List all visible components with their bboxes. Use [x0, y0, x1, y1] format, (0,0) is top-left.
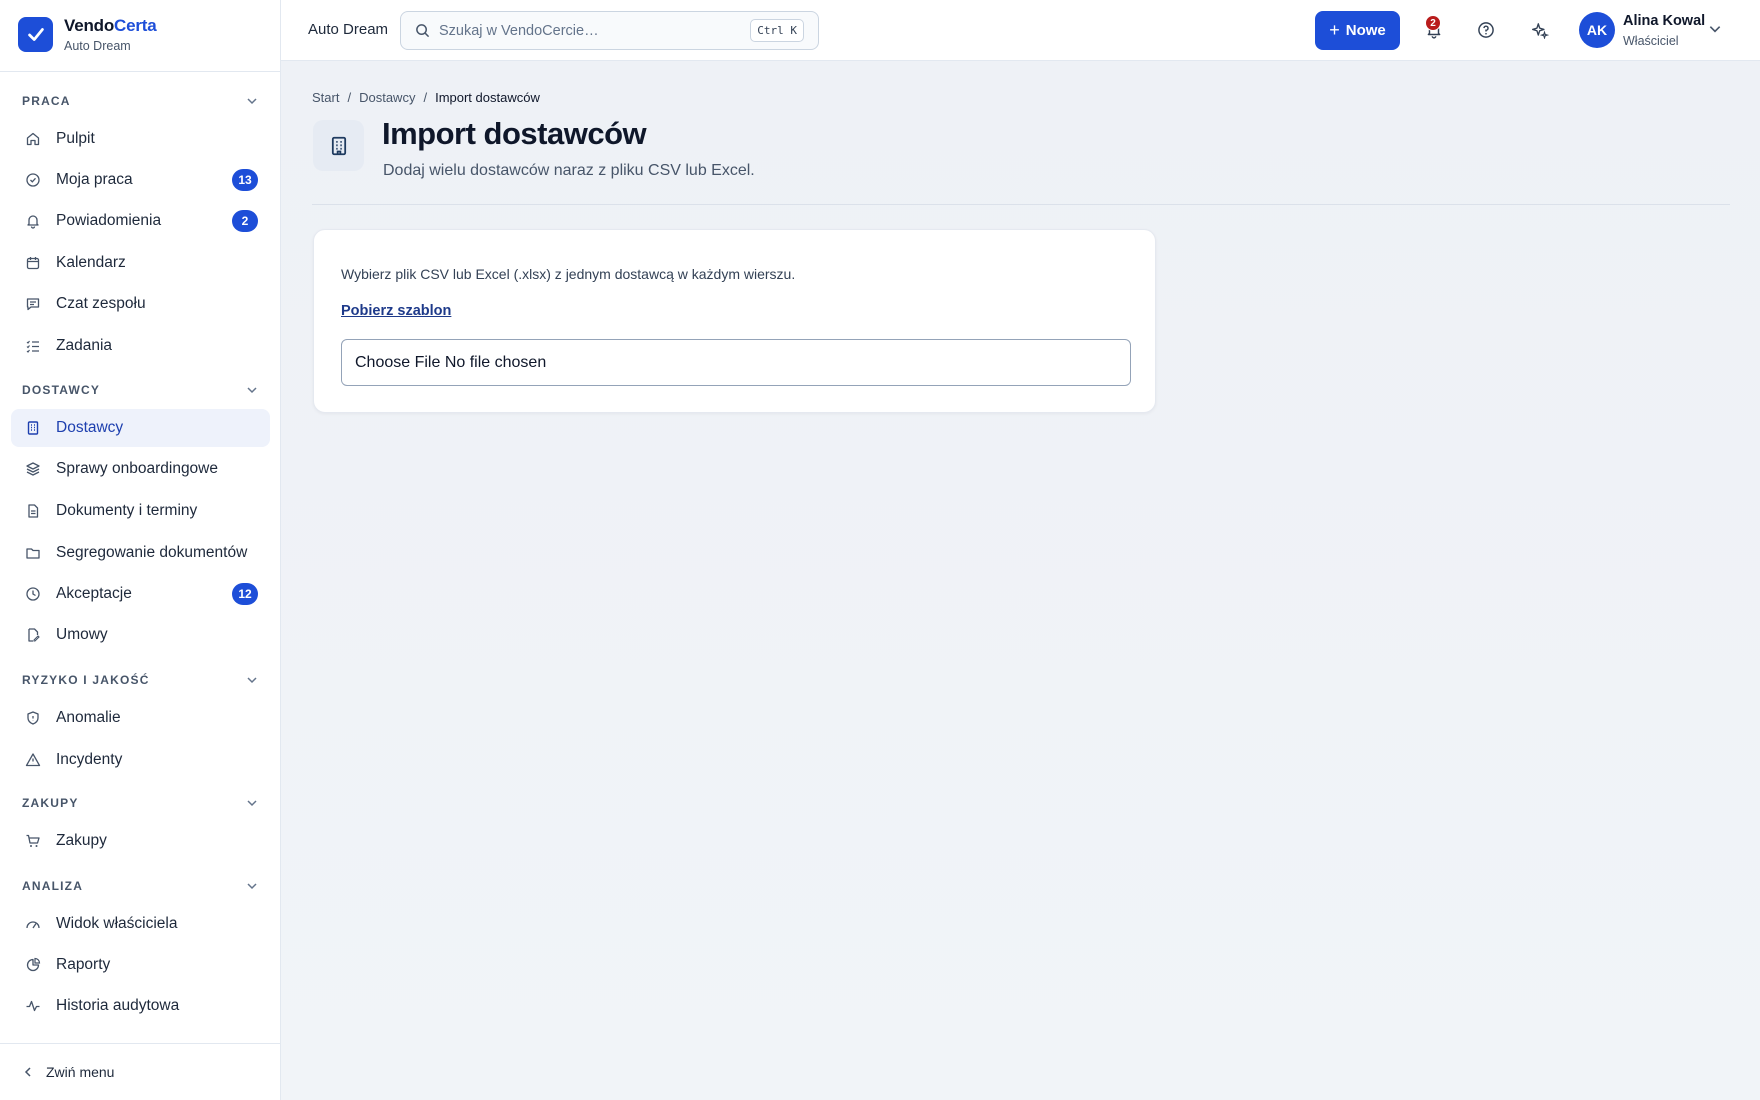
help-icon [1478, 22, 1494, 38]
sidebar-item-segregowanie-dokumentow[interactable]: Segregowanie dokumentów [11, 534, 270, 572]
import-card: Wybierz plik CSV lub Excel (.xlsx) z jed… [313, 229, 1156, 413]
section-header-zakupy[interactable]: ZAKUPY [22, 793, 258, 813]
section-header-praca[interactable]: PRACA [22, 91, 258, 111]
user-name[interactable]: Alina Kowal [1623, 13, 1705, 29]
clock-icon [25, 586, 41, 602]
sidebar-item-raporty[interactable]: Raporty [11, 946, 270, 984]
new-button[interactable]: + Nowe [1315, 11, 1400, 50]
page-title: Import dostawców [382, 116, 647, 151]
sidebar-item-kalendarz[interactable]: Kalendarz [11, 244, 270, 282]
section-header-analiza[interactable]: ANALIZA [22, 876, 258, 896]
chevron-down-icon [247, 98, 257, 105]
sidebar-item-dokumenty-i-terminy[interactable]: Dokumenty i terminy [11, 492, 270, 530]
sidebar-item-dostawcy[interactable]: Dostawcy [11, 409, 270, 447]
chevron-left-icon [24, 1067, 31, 1077]
sidebar-item-czat-zespolu[interactable]: Czat zespołu [11, 285, 270, 323]
pie-chart-icon [25, 957, 41, 973]
brand-logo-icon [18, 17, 53, 52]
chevron-down-icon [247, 883, 257, 890]
count-badge: 2 [232, 210, 258, 232]
activity-icon [25, 998, 41, 1014]
chevron-down-icon [247, 387, 257, 394]
brand-name: VendoCerta [64, 16, 157, 35]
search-input[interactable]: Szukaj w VendoCercie… [439, 23, 750, 39]
breadcrumb: Start / Dostawcy / Import dostawców [312, 90, 540, 105]
sidebar-item-umowy[interactable]: Umowy [11, 616, 270, 654]
sidebar-item-historia-audytowa[interactable]: Historia audytowa [11, 987, 270, 1025]
brand-header[interactable]: VendoCerta Auto Dream [0, 0, 280, 72]
breadcrumb-current: Import dostawców [435, 90, 540, 105]
section-header-ryzyko-i-jakosc[interactable]: RYZYKO I JAKOŚĆ [22, 670, 258, 690]
collapse-menu-button[interactable]: Zwiń menu [0, 1043, 280, 1100]
sidebar-item-zadania[interactable]: Zadania [11, 327, 270, 365]
sidebar-item-powiadomienia[interactable]: Powiadomienia 2 [11, 202, 270, 240]
warning-icon [25, 752, 41, 768]
help-button[interactable] [1475, 19, 1497, 41]
top-bar: Auto Dream Szukaj w VendoCercie… Ctrl K … [281, 0, 1760, 61]
contract-icon [25, 627, 41, 643]
folder-icon [25, 545, 41, 561]
sidebar-item-incydenty[interactable]: Incydenty [11, 741, 270, 779]
check-circle-icon [25, 172, 41, 188]
cart-icon [25, 833, 41, 849]
breadcrumb-separator: / [423, 90, 428, 105]
main-content: Start / Dostawcy / Import dostawców Impo… [281, 61, 1760, 1100]
sidebar: VendoCerta Auto Dream PRACA Pulpit Moja … [0, 0, 281, 1100]
notifications-count-badge: 2 [1425, 15, 1441, 31]
sidebar-item-akceptacje[interactable]: Akceptacje 12 [11, 575, 270, 613]
search-icon [416, 24, 430, 38]
section-header-dostawcy[interactable]: DOSTAWCY [22, 380, 258, 400]
document-icon [25, 503, 41, 519]
shield-icon [25, 710, 41, 726]
calendar-icon [25, 255, 41, 271]
org-switcher[interactable]: Auto Dream [308, 21, 388, 38]
brand-org: Auto Dream [64, 39, 131, 53]
page-subtitle: Dodaj wielu dostawców naraz z pliku CSV … [383, 162, 755, 179]
breadcrumb-start[interactable]: Start [312, 90, 339, 105]
gauge-icon [25, 916, 41, 932]
divider [312, 204, 1730, 205]
chevron-down-icon [247, 800, 257, 807]
chevron-down-icon [247, 677, 257, 684]
ai-assistant-button[interactable] [1529, 19, 1551, 41]
sidebar-item-pulpit[interactable]: Pulpit [11, 120, 270, 158]
import-description: Wybierz plik CSV lub Excel (.xlsx) z jed… [341, 266, 796, 282]
breadcrumb-separator: / [347, 90, 352, 105]
avatar[interactable]: AK [1579, 12, 1615, 48]
building-icon [313, 120, 364, 171]
download-template-link[interactable]: Pobierz szablon [341, 303, 451, 319]
sidebar-item-widok-wlasciciela[interactable]: Widok właściciela [11, 905, 270, 943]
breadcrumb-dostawcy[interactable]: Dostawcy [359, 90, 415, 105]
count-badge: 12 [232, 583, 258, 605]
file-input[interactable]: Choose File No file chosen [341, 339, 1131, 386]
sidebar-item-moja-praca[interactable]: Moja praca 13 [11, 161, 270, 199]
sidebar-item-anomalie[interactable]: Anomalie [11, 699, 270, 737]
search-box[interactable]: Szukaj w VendoCercie… Ctrl K [400, 11, 819, 50]
sidebar-item-sprawy-onboardingowe[interactable]: Sprawy onboardingowe [11, 450, 270, 488]
count-badge: 13 [232, 169, 258, 191]
sidebar-item-zakupy[interactable]: Zakupy [11, 822, 270, 860]
home-icon [25, 131, 41, 147]
bell-icon [25, 213, 41, 229]
search-shortcut: Ctrl K [750, 19, 804, 42]
tasks-icon [25, 338, 41, 354]
chevron-down-icon[interactable] [1708, 22, 1722, 36]
building-icon [25, 420, 41, 436]
user-role: Właściciel [1623, 34, 1679, 48]
chat-icon [25, 296, 41, 312]
layers-icon [25, 461, 41, 477]
plus-icon: + [1329, 20, 1340, 40]
sparkles-icon [1532, 23, 1549, 39]
